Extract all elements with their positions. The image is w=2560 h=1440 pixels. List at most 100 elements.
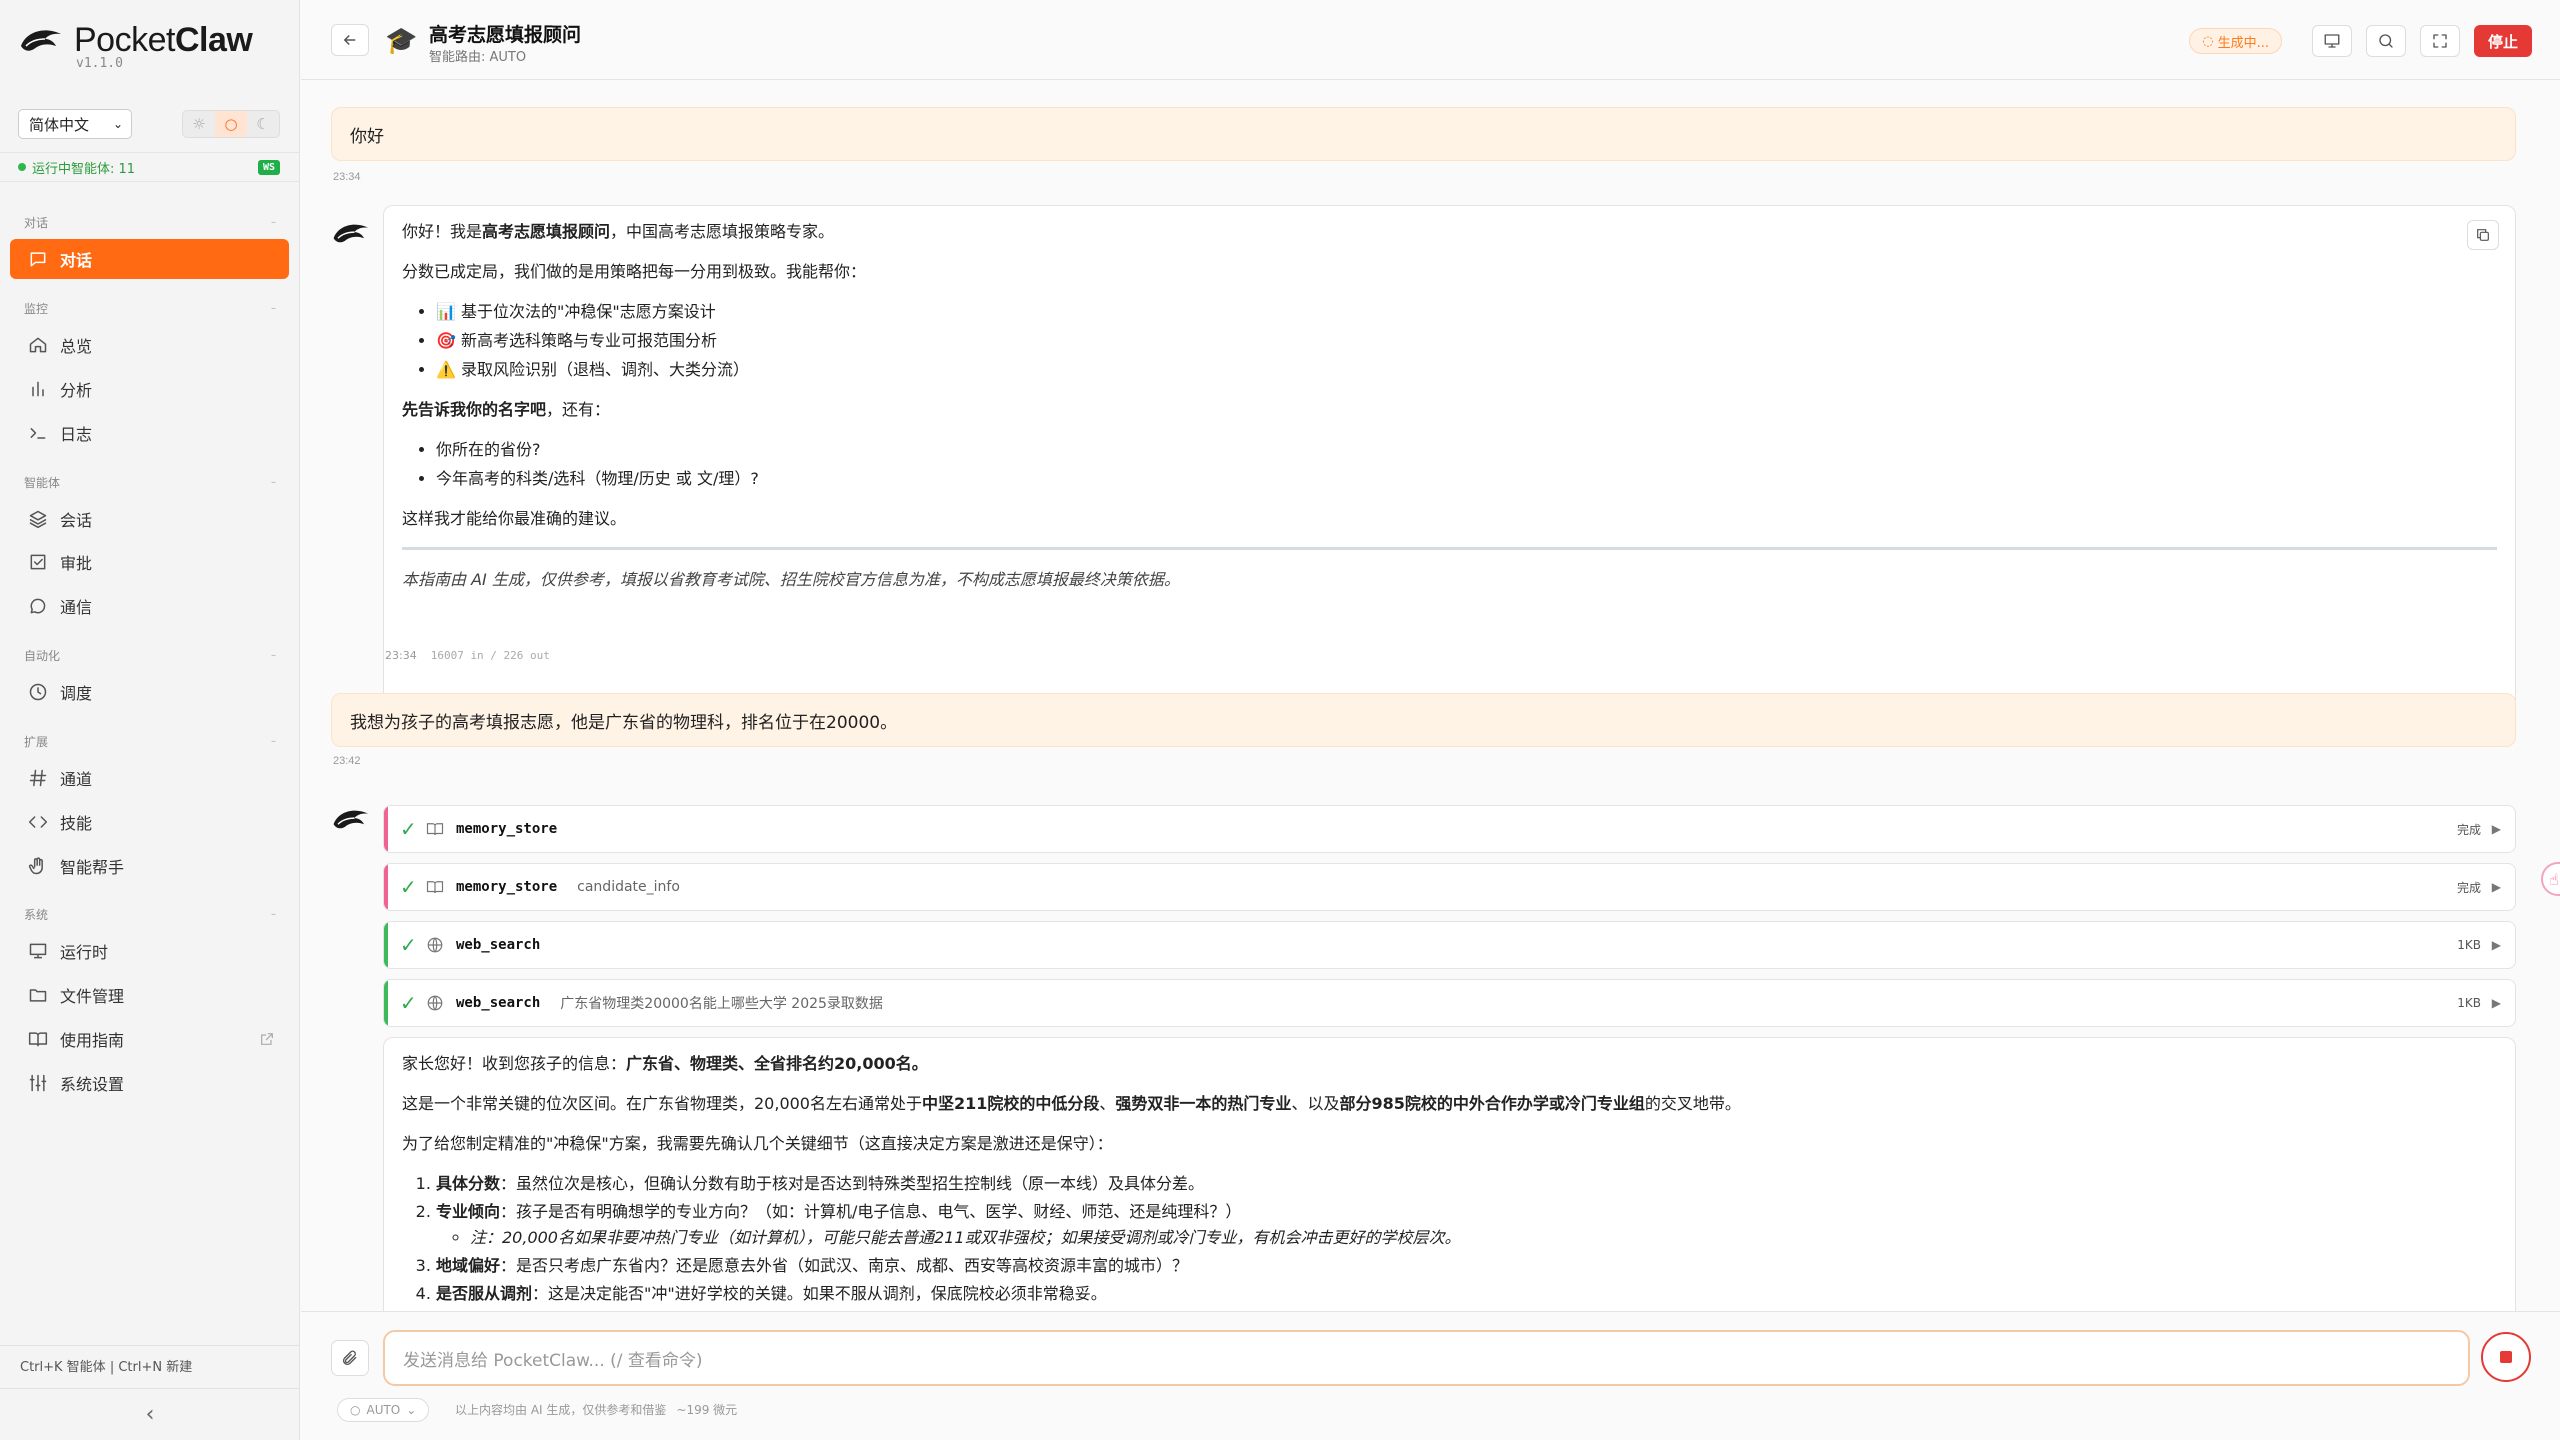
- monitor-toggle-button[interactable]: [2311, 25, 2352, 57]
- hand-icon: [28, 857, 43, 875]
- sidebar-item-files[interactable]: 文件管理: [10, 975, 289, 1015]
- tool-call-row[interactable]: ✓ web_search 广东省物理类20000名能上哪些大学 2025录取数据…: [383, 979, 2516, 1027]
- cost-estimate: ~199 微元: [676, 1403, 738, 1417]
- tool-call-row[interactable]: ✓ web_search 1KB ▶: [383, 921, 2516, 969]
- code-icon: [28, 816, 48, 828]
- status-dot-icon: [18, 163, 26, 171]
- copy-button[interactable]: [2467, 220, 2499, 250]
- clock-icon: [29, 683, 47, 701]
- tool-name: memory_store: [456, 879, 558, 895]
- tool-status: 1KB: [2457, 938, 2481, 952]
- book-icon: [426, 881, 444, 894]
- list-item: 📊 基于位次法的"冲稳保"志愿方案设计: [436, 300, 2497, 324]
- keyboard-shortcuts-hint: Ctrl+K 智能体 | Ctrl+N 新建: [0, 1345, 300, 1385]
- sidebar-item-logs[interactable]: 日志: [10, 413, 289, 453]
- list-item: 是否服从调剂：这是决定能否"冲"进好学校的关键。如果不服从调剂，保底院校必须非常…: [436, 1282, 2497, 1306]
- tool-call-row[interactable]: ✓ memory_store candidate_info 完成 ▶: [383, 863, 2516, 911]
- composer-note: 以上内容均由 AI 生成，仅供参考和借鉴 ~199 微元: [455, 1403, 738, 1417]
- fullscreen-button[interactable]: [2419, 25, 2460, 57]
- terminal-icon: [30, 428, 46, 439]
- sidebar-item-settings[interactable]: 系统设置: [10, 1063, 289, 1103]
- check-icon: ✓: [400, 933, 417, 957]
- assistant-message: 家长您好！收到您孩子的信息：广东省、物理类、全省排名约20,000名。 这是一个…: [383, 1037, 2516, 1311]
- nav-group-agents: 智能体 –: [24, 475, 276, 490]
- sidebar-item-overview[interactable]: 总览: [10, 325, 289, 365]
- circle-icon[interactable]: ○: [215, 111, 247, 137]
- layers-icon: [29, 510, 47, 529]
- tool-name: web_search: [456, 937, 541, 953]
- divider: [402, 547, 2497, 550]
- collapse-sidebar-button[interactable]: ‹: [0, 1388, 300, 1440]
- bar-chart-emoji-icon: 📊: [436, 302, 456, 321]
- chat-icon: [30, 252, 46, 267]
- message-input[interactable]: 发送消息给 PocketClaw... (/ 查看命令): [383, 1330, 2470, 1386]
- sidebar-item-assistant[interactable]: 智能帮手: [10, 846, 289, 886]
- list-item: 地域偏好：是否只考虑广东省内？还是愿意去外省（如武汉、南京、成都、西安等高校资源…: [436, 1254, 2497, 1278]
- expand-icon: [2433, 34, 2447, 48]
- detail-question-list: 具体分数：虽然位次是核心，但确认分数有助于核对是否达到特殊类型招生控制线（原一本…: [436, 1172, 2497, 1306]
- folder-icon: [29, 989, 47, 1002]
- assistant-message: 你好！我是高考志愿填报顾问，中国高考志愿填报策略专家。 分数已成定局，我们做的是…: [383, 205, 2516, 723]
- book-icon: [28, 1032, 48, 1047]
- moon-icon[interactable]: ☾: [247, 111, 279, 137]
- running-agents-count: 运行中智能体: 11: [32, 161, 136, 177]
- app-version: v1.1.0: [76, 56, 123, 71]
- globe-icon: [427, 937, 443, 953]
- list-item: 注：20,000名如果非要冲热门专业（如计算机），可能只能去普通211或双非强校…: [470, 1226, 2497, 1250]
- sidebar-item-analytics[interactable]: 分析: [10, 369, 289, 409]
- list-item: 专业倾向：孩子是否有明确想学的专业方向？（如：计算机/电子信息、电气、医学、财经…: [436, 1200, 2497, 1250]
- language-select[interactable]: 简体中文 ⌄: [18, 109, 132, 139]
- ws-badge: WS: [257, 159, 280, 175]
- chevron-down-icon: ⌄: [406, 1403, 417, 1417]
- claw-avatar-icon: [333, 810, 369, 829]
- nav-group-system: 系统 –: [24, 907, 276, 922]
- paperclip-icon: [343, 1350, 357, 1365]
- sidebar-item-runtime[interactable]: 运行时: [10, 931, 289, 971]
- sidebar-item-chat[interactable]: 对话: [10, 239, 289, 279]
- stop-generation-button[interactable]: [2481, 1332, 2531, 1382]
- sidebar-item-approvals[interactable]: 审批: [10, 542, 289, 582]
- collapse-icon: –: [271, 735, 276, 747]
- spinner-icon: ◌: [2202, 33, 2214, 49]
- attach-button[interactable]: [331, 1340, 369, 1376]
- expand-triangle-icon[interactable]: ▶: [2492, 938, 2501, 952]
- tool-status: 完成: [2456, 880, 2481, 895]
- question-list: 你所在的省份? 今年高考的科类/选科（物理/历史 或 文/理）?: [436, 438, 2497, 491]
- expand-triangle-icon[interactable]: ▶: [2492, 822, 2501, 836]
- ai-disclaimer: 本指南由 AI 生成，仅供参考，填报以省教育考试院、招生院校官方信息为准，不构成…: [402, 570, 1180, 589]
- book-icon: [426, 823, 444, 836]
- brand[interactable]: PocketClaw: [18, 12, 253, 68]
- search-button[interactable]: [2365, 25, 2406, 57]
- generating-status-badge: ◌ 生成中...: [2189, 28, 2282, 54]
- stop-button[interactable]: 停止: [2473, 25, 2532, 57]
- graduation-cap-icon: 🎓: [385, 26, 418, 56]
- tool-call-row[interactable]: ✓ memory_store 完成 ▶: [383, 805, 2516, 853]
- routing-mode-select[interactable]: ○ AUTO ⌄: [337, 1398, 430, 1422]
- sidebar-item-messaging[interactable]: 通信: [10, 586, 289, 626]
- nav-group-monitor: 监控 –: [24, 301, 276, 316]
- sidebar-item-skills[interactable]: 技能: [10, 802, 289, 842]
- bar-chart-icon: [32, 381, 44, 397]
- routing-mode: 智能路由: AUTO: [429, 50, 527, 65]
- agent-status-row: 运行中智能体: 11 WS: [0, 152, 300, 182]
- tool-name: web_search: [456, 995, 541, 1011]
- list-item: ⚠️ 录取风险识别（退档、调剂、大类分流）: [436, 358, 2497, 382]
- sidebar-item-schedule[interactable]: 调度: [10, 672, 289, 712]
- sun-icon[interactable]: ☼: [183, 111, 215, 137]
- back-button[interactable]: [331, 24, 369, 56]
- tool-status: 完成: [2456, 822, 2481, 837]
- sidebar-item-guide[interactable]: 使用指南: [10, 1019, 289, 1059]
- expand-triangle-icon[interactable]: ▶: [2492, 996, 2501, 1010]
- sidebar-item-channels[interactable]: 通道: [10, 758, 289, 798]
- monitor-icon: [2324, 34, 2340, 48]
- sliders-icon: [29, 1074, 47, 1092]
- claw-logo-icon: [21, 30, 61, 51]
- tool-name: memory_store: [456, 821, 558, 837]
- collapse-icon: –: [271, 216, 276, 228]
- expand-triangle-icon[interactable]: ▶: [2492, 880, 2501, 894]
- sidebar-item-sessions[interactable]: 会话: [10, 499, 289, 539]
- theme-toggle[interactable]: ☼ ○ ☾: [182, 110, 280, 138]
- tool-argument: candidate_info: [577, 879, 680, 895]
- message-icon: [30, 598, 46, 614]
- target-emoji-icon: 🎯: [436, 331, 456, 350]
